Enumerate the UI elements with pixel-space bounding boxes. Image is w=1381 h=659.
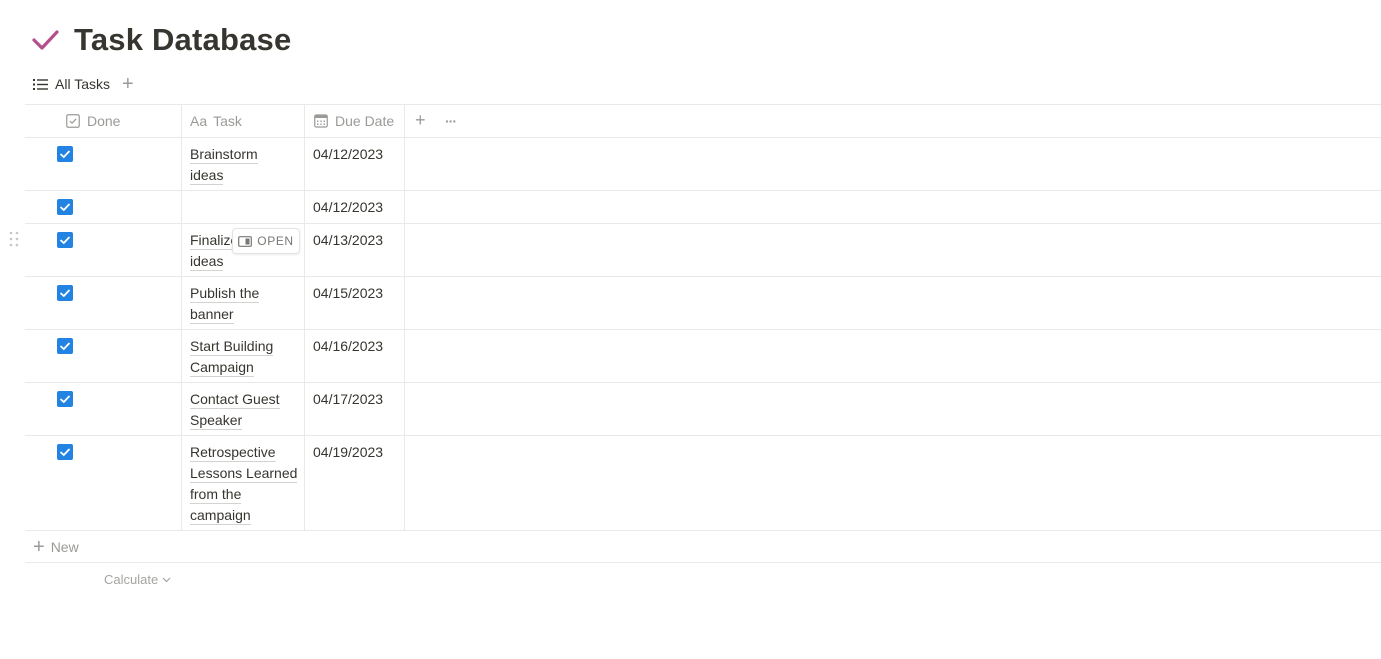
- open-label: OPEN: [257, 234, 294, 248]
- task-title-line: from the: [190, 486, 242, 504]
- divider: [25, 137, 1381, 138]
- check-icon: [59, 448, 71, 457]
- due-date-cell[interactable]: 04/12/2023: [313, 199, 383, 215]
- task-title-line: ideas: [190, 167, 224, 185]
- task-title-line: banner: [190, 306, 234, 324]
- due-date-cell[interactable]: 04/13/2023: [313, 232, 383, 248]
- task-title-line: Start Building: [190, 338, 274, 356]
- add-view-button[interactable]: +: [122, 74, 134, 94]
- done-checkbox[interactable]: [57, 338, 73, 354]
- checkbox-property-icon: [66, 113, 80, 128]
- divider: [25, 562, 1381, 563]
- column-divider[interactable]: [304, 104, 305, 530]
- due-date-cell[interactable]: 04/19/2023: [313, 444, 383, 460]
- text-property-icon: Aa: [190, 112, 208, 129]
- column-header-done[interactable]: Done: [66, 104, 120, 137]
- divider: [25, 276, 1381, 277]
- task-cell[interactable]: Retrospective Lessons Learned from the camp…: [190, 442, 300, 526]
- due-date-cell[interactable]: 04/12/2023: [313, 146, 383, 162]
- list-icon: [33, 78, 48, 90]
- new-label: New: [50, 539, 79, 555]
- check-icon: [59, 342, 71, 351]
- more-options-button[interactable]: ···: [445, 104, 457, 137]
- task-title-line: Speaker: [190, 412, 243, 430]
- task-cell[interactable]: Start Building Campaign: [190, 336, 300, 378]
- divider: [25, 435, 1381, 436]
- column-header-due-date[interactable]: Due Date: [314, 104, 394, 137]
- column-divider[interactable]: [404, 104, 405, 530]
- check-icon: [59, 289, 71, 298]
- done-checkbox[interactable]: [57, 146, 73, 162]
- task-cell[interactable]: Contact Guest Speaker: [190, 389, 300, 431]
- task-cell[interactable]: Publish the banner: [190, 283, 300, 325]
- check-icon: [59, 150, 71, 159]
- done-checkbox[interactable]: [57, 391, 73, 407]
- divider: [25, 382, 1381, 383]
- drag-handle-icon[interactable]: [9, 231, 19, 247]
- check-icon: [59, 203, 71, 212]
- task-title-line: Campaign: [190, 359, 254, 377]
- open-row-button[interactable]: OPEN: [232, 228, 300, 254]
- divider: [25, 223, 1381, 224]
- done-checkbox[interactable]: [57, 444, 73, 460]
- task-title-line: Publish the: [190, 285, 260, 303]
- page-title[interactable]: Task Database: [74, 22, 291, 58]
- calculate-button[interactable]: Calculate: [104, 572, 171, 587]
- done-checkbox[interactable]: [57, 285, 73, 301]
- tab-label: All Tasks: [55, 76, 110, 92]
- calendar-icon: [314, 113, 328, 128]
- calculate-label: Calculate: [104, 572, 159, 587]
- checkmark-icon: [32, 30, 59, 50]
- new-row-button[interactable]: + New: [33, 536, 79, 558]
- due-date-cell[interactable]: 04/17/2023: [313, 391, 383, 407]
- task-cell[interactable]: Brainstorm ideas: [190, 144, 300, 186]
- open-side-peek-icon: [238, 235, 253, 247]
- done-checkbox[interactable]: [57, 232, 73, 248]
- column-label: Done: [87, 112, 121, 129]
- check-icon: [59, 236, 71, 245]
- divider: [25, 530, 1381, 531]
- check-icon: [59, 395, 71, 404]
- due-date-cell[interactable]: 04/16/2023: [313, 338, 383, 354]
- divider: [25, 329, 1381, 330]
- column-divider[interactable]: [181, 104, 182, 530]
- task-title-line: Brainstorm: [190, 146, 258, 164]
- column-label: Task: [213, 112, 242, 129]
- task-title-line: Retrospective: [190, 444, 276, 462]
- task-title-line: campaign: [190, 507, 251, 525]
- tab-all-tasks[interactable]: All Tasks: [33, 76, 110, 92]
- page-header: Task Database: [30, 18, 291, 62]
- task-title-line: Contact Guest: [190, 391, 280, 409]
- view-tabs: All Tasks +: [33, 74, 134, 94]
- done-checkbox[interactable]: [57, 199, 73, 215]
- chevron-down-icon: [162, 577, 171, 582]
- due-date-cell[interactable]: 04/15/2023: [313, 285, 383, 301]
- task-title-line: ideas: [190, 253, 224, 271]
- divider: [25, 190, 1381, 191]
- column-label: Due Date: [335, 112, 395, 129]
- plus-icon: +: [33, 536, 45, 558]
- add-column-button[interactable]: +: [415, 104, 426, 137]
- task-title-line: Lessons Learned: [190, 465, 298, 483]
- column-header-task[interactable]: Aa Task: [190, 104, 242, 137]
- task-title-line: Finalize: [190, 232, 239, 250]
